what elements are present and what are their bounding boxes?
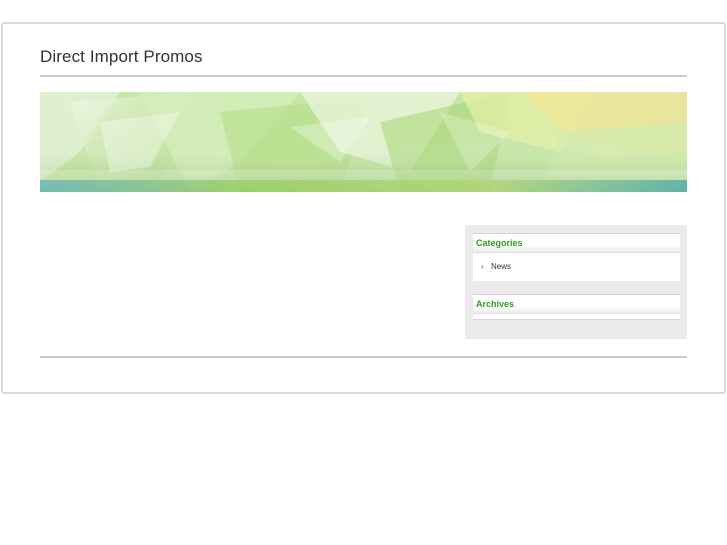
chevron-right-icon: › <box>481 262 484 271</box>
archives-list <box>473 314 680 320</box>
category-item-label[interactable]: News <box>491 262 511 271</box>
archives-widget: Archives <box>473 294 680 320</box>
footer-divider <box>40 356 687 358</box>
page-container: Direct Import Promos Categories › News A… <box>1 22 726 394</box>
archives-widget-title: Archives <box>473 295 680 314</box>
site-title[interactable]: Direct Import Promos <box>40 47 203 67</box>
category-item-news[interactable]: › News <box>481 261 680 273</box>
categories-list: › News <box>473 253 680 281</box>
header-banner-image <box>40 92 687 192</box>
categories-widget: Categories › News <box>473 233 680 281</box>
categories-widget-title: Categories <box>473 234 680 253</box>
sidebar: Categories › News Archives <box>465 225 687 339</box>
header-divider <box>40 75 687 77</box>
